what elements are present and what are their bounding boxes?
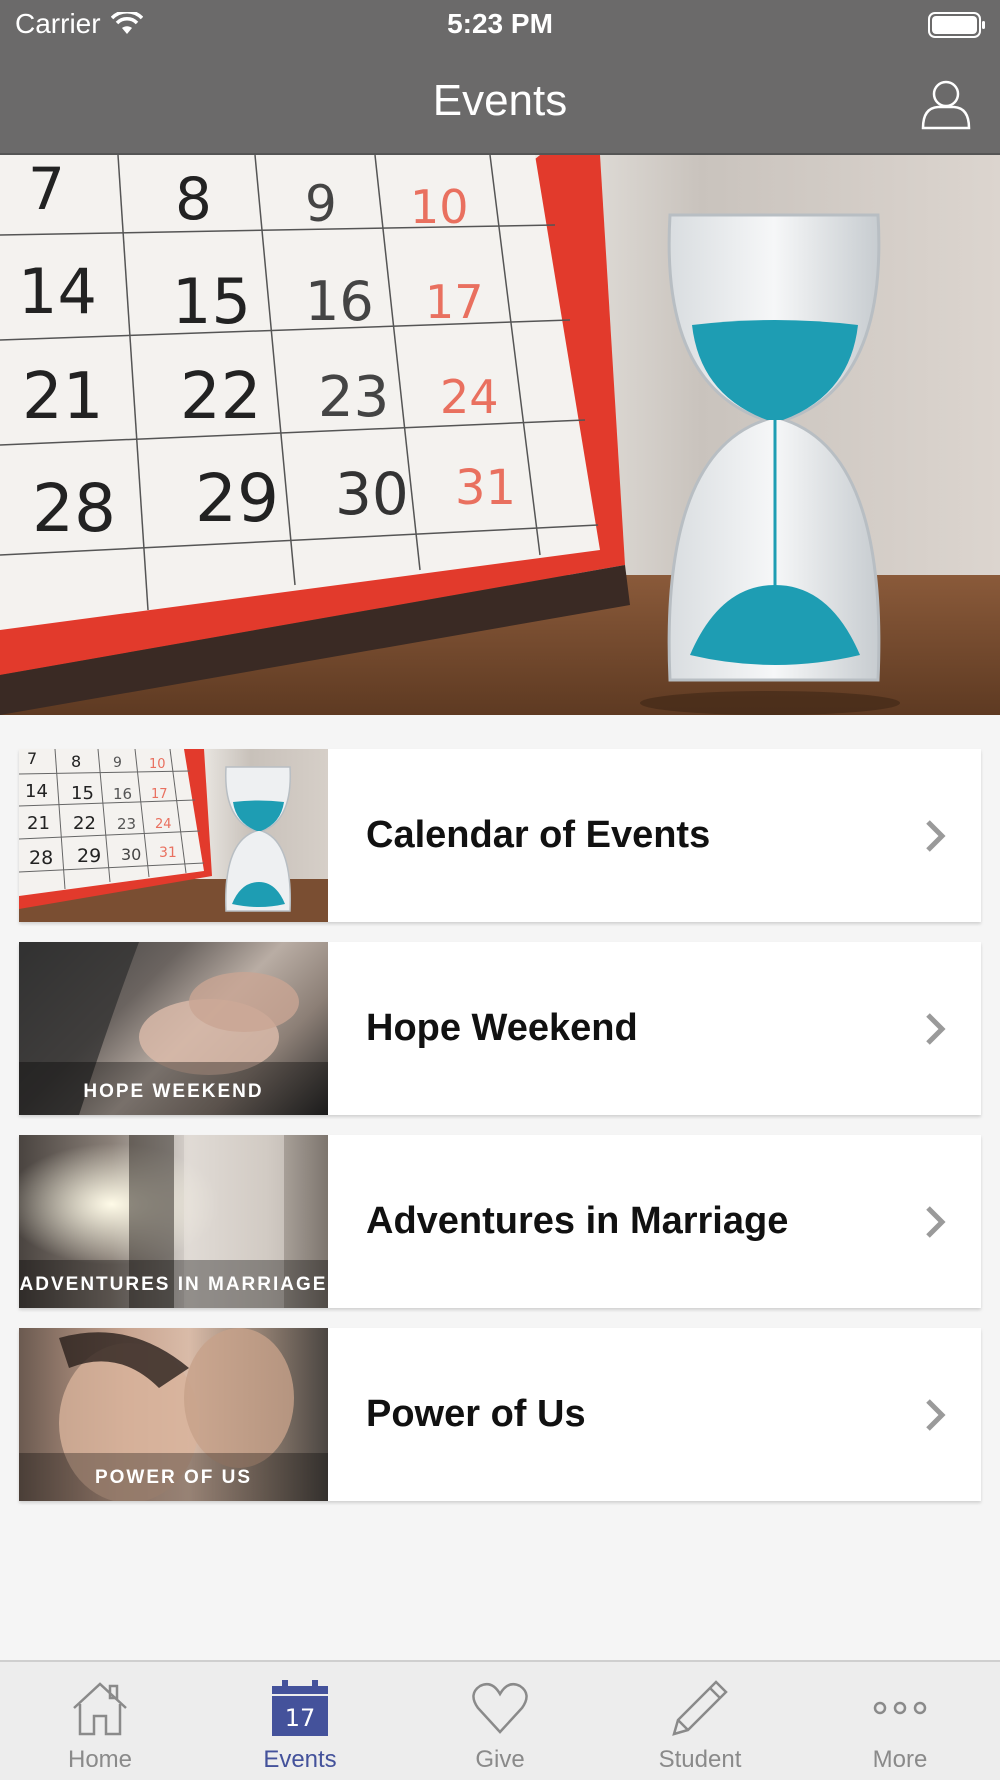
tab-give[interactable]: Give: [400, 1662, 600, 1780]
calendar-date: 21: [27, 813, 50, 834]
list-item-hope-weekend[interactable]: HOPE WEEKEND Hope Weekend: [19, 942, 981, 1115]
calendar-date: 9: [113, 755, 122, 771]
tab-more[interactable]: More: [800, 1662, 1000, 1780]
tab-label: Student: [658, 1746, 742, 1773]
thumbnail-calendar: 7 8 9 10 14 15 16 17 21 22 23 24 28 29 3…: [19, 749, 328, 922]
list-item-power-of-us[interactable]: POWER OF US Power of Us: [19, 1328, 981, 1501]
tab-bar: Home 17 Events Give Student More: [0, 1660, 1000, 1780]
thumbnail-caption: ADVENTURES IN MARRIAGE: [19, 1274, 328, 1295]
thumbnail-caption: HOPE WEEKEND: [83, 1081, 264, 1102]
calendar-date: 10: [149, 757, 166, 772]
status-time: 5:23 PM: [447, 8, 553, 39]
page-title: Events: [432, 76, 568, 125]
calendar-date: 31: [159, 845, 177, 861]
heart-icon: [472, 1683, 528, 1734]
status-bar: Carrier 5:23 PM: [0, 0, 1000, 50]
thumbnail-caption: POWER OF US: [94, 1467, 253, 1488]
calendar-date: 24: [440, 370, 499, 424]
calendar-date: 7: [27, 749, 38, 768]
calendar-date: 22: [73, 813, 96, 834]
tab-events[interactable]: 17 Events: [200, 1662, 400, 1780]
more-icon: [873, 1701, 927, 1715]
profile-icon[interactable]: [920, 78, 972, 130]
battery-icon: [928, 12, 985, 38]
thumbnail-adventures-in-marriage: ADVENTURES IN MARRIAGE: [19, 1135, 328, 1308]
thumbnail-power-of-us: POWER OF US: [19, 1328, 328, 1501]
calendar-date: 23: [318, 365, 390, 430]
calendar-date: 29: [195, 460, 279, 537]
chevron-right-icon: [926, 819, 946, 852]
calendar-date: 14: [18, 255, 97, 328]
calendar-date: 31: [455, 460, 517, 516]
calendar-date: 30: [121, 845, 142, 864]
calendar-date: 15: [71, 783, 94, 804]
tab-student[interactable]: Student: [600, 1662, 800, 1780]
pencil-icon: [672, 1680, 728, 1736]
calendar-icon: 17: [272, 1680, 328, 1736]
calendar-date: 16: [113, 785, 133, 803]
tab-home[interactable]: Home: [0, 1662, 200, 1780]
calendar-date: 8: [175, 165, 212, 233]
calendar-date: 15: [172, 265, 251, 338]
calendar-date: 30: [335, 460, 409, 528]
list-item-label: Power of Us: [366, 1393, 586, 1435]
calendar-date: 21: [22, 360, 104, 434]
chevron-right-icon: [926, 1398, 946, 1431]
tab-label: Home: [67, 1746, 133, 1773]
list-item-label: Adventures in Marriage: [366, 1200, 789, 1242]
list-item-calendar-of-events[interactable]: 7 8 9 10 14 15 16 17 21 22 23 24 28 29 3…: [19, 749, 981, 922]
thumbnail-hope-weekend: HOPE WEEKEND: [19, 942, 328, 1115]
tab-label: Give: [475, 1746, 525, 1773]
navigation-bar: Events: [0, 50, 1000, 155]
calendar-date: 23: [117, 815, 137, 833]
calendar-date: 17: [425, 275, 484, 329]
chevron-right-icon: [926, 1012, 946, 1045]
hero-image: 7 8 9 10 14 15 16 17 21 22 23 24 28 29 3…: [0, 155, 1000, 715]
events-list: 7 8 9 10 14 15 16 17 21 22 23 24 28 29 3…: [19, 749, 981, 1521]
calendar-date: 22: [180, 360, 262, 434]
calendar-date: 14: [25, 781, 48, 802]
list-item-label: Hope Weekend: [366, 1007, 638, 1049]
chevron-right-icon: [926, 1205, 946, 1238]
calendar-date: 10: [410, 180, 469, 234]
calendar-date: 24: [155, 817, 172, 832]
calendar-date: 16: [305, 270, 374, 333]
tab-label: More: [872, 1746, 928, 1773]
calendar-icon-number: 17: [285, 1704, 316, 1732]
tab-label: Events: [263, 1746, 337, 1773]
calendar-date: 29: [77, 845, 102, 867]
list-item-label: Calendar of Events: [366, 814, 711, 856]
list-item-adventures-in-marriage[interactable]: ADVENTURES IN MARRIAGE Adventures in Mar…: [19, 1135, 981, 1308]
home-icon: [73, 1682, 127, 1736]
calendar-date: 28: [29, 847, 54, 869]
calendar-date: 17: [151, 787, 168, 802]
calendar-date: 7: [28, 155, 65, 223]
calendar-date: 8: [71, 752, 82, 771]
calendar-date: 9: [305, 175, 337, 233]
calendar-date: 28: [32, 470, 116, 547]
